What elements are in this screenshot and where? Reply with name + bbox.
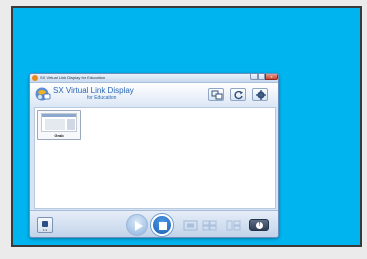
device-label: Grab bbox=[54, 133, 64, 138]
device-card[interactable]: Grab bbox=[37, 110, 81, 140]
logo-icon bbox=[35, 87, 51, 101]
play-icon bbox=[135, 221, 143, 231]
window-title: SX Virtual Link Display for Education bbox=[40, 75, 106, 80]
scale-caption: 1:1 bbox=[42, 228, 48, 232]
close-button[interactable]: x bbox=[265, 74, 278, 80]
title-bar[interactable]: SX Virtual Link Display for Education x bbox=[30, 74, 278, 83]
settings-gear-icon bbox=[256, 90, 266, 100]
monitor-icon bbox=[42, 221, 48, 227]
play-button[interactable] bbox=[126, 214, 148, 236]
app-window: SX Virtual Link Display for Education x … bbox=[29, 73, 279, 238]
stop-button[interactable] bbox=[151, 214, 173, 236]
minimize-button[interactable] bbox=[250, 74, 258, 80]
device-thumbnail bbox=[41, 113, 77, 132]
split-view-icon[interactable] bbox=[226, 220, 241, 231]
fullscreen-icon[interactable] bbox=[183, 220, 198, 231]
display-switch-button[interactable] bbox=[208, 88, 224, 101]
refresh-icon bbox=[234, 90, 243, 100]
info-icon: ! bbox=[256, 222, 263, 229]
maximize-button[interactable] bbox=[258, 74, 265, 80]
brand-subtitle: for Education bbox=[87, 95, 117, 101]
stop-icon bbox=[159, 222, 167, 230]
scale-toggle-button[interactable]: 1:1 bbox=[37, 217, 53, 233]
brand-name: SX Virtual Link Display bbox=[53, 86, 134, 95]
device-list-panel: Grab bbox=[34, 107, 276, 209]
refresh-button[interactable] bbox=[230, 88, 246, 101]
app-header: SX Virtual Link Display for Education bbox=[30, 83, 278, 107]
bottom-toolbar: 1:1 ! bbox=[30, 210, 278, 237]
info-button[interactable]: ! bbox=[249, 219, 269, 231]
settings-button[interactable] bbox=[252, 88, 268, 101]
display-switch-icon bbox=[211, 90, 223, 100]
app-icon bbox=[32, 75, 38, 81]
grid-view-icon[interactable] bbox=[202, 220, 217, 231]
